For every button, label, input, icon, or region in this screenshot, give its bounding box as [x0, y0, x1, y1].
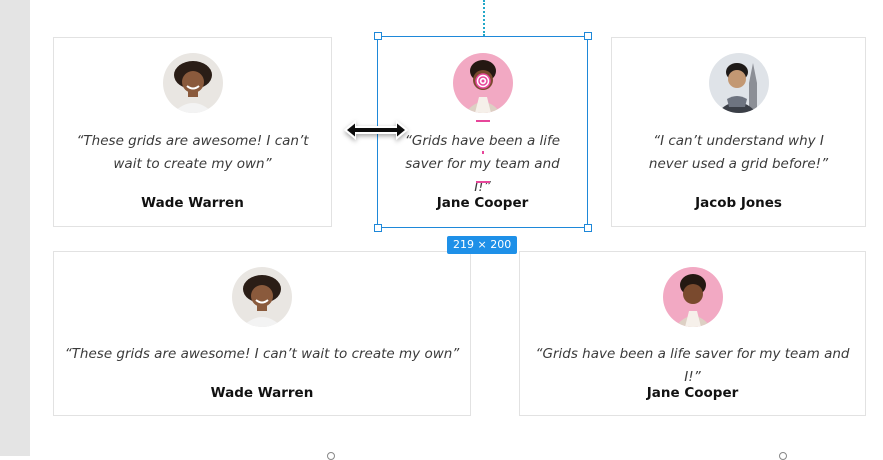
testimonial-quote: “Grids have been a life saver for my tea…: [404, 133, 561, 195]
testimonial-card-4[interactable]: “These grids are awesome! I can’t wait t…: [53, 251, 471, 416]
target-icon: [475, 73, 491, 89]
alignment-guide: [483, 0, 485, 36]
left-rail: [0, 0, 30, 456]
resize-handle-bottom-right[interactable]: [584, 224, 592, 232]
dimension-badge: 219 × 200: [447, 236, 518, 254]
spacing-marker: [482, 151, 484, 154]
testimonial-author: Wade Warren: [141, 195, 244, 211]
resize-handle-bottom-left[interactable]: [374, 224, 382, 232]
anchor-point: [779, 452, 787, 460]
avatar: [232, 267, 292, 327]
avatar: [708, 53, 769, 113]
resize-horizontal-cursor-icon: [344, 120, 408, 140]
avatar-photo-icon: [708, 53, 769, 113]
avatar: [162, 53, 223, 113]
avatar: [662, 267, 723, 327]
testimonial-author: Jane Cooper: [436, 195, 529, 211]
anchor-point: [327, 452, 335, 460]
testimonial-author: Wade Warren: [210, 385, 314, 401]
avatar-photo-icon: [162, 53, 223, 113]
avatar-photo-icon: [232, 267, 292, 327]
testimonial-quote: “Grids have been a life saver for my tea…: [535, 346, 850, 385]
testimonial-quote: “I can’t understand why I never used a g…: [648, 133, 829, 172]
spacing-marker: [476, 120, 490, 122]
avatar-photo-icon: [662, 267, 723, 327]
testimonial-card-1[interactable]: “These grids are awesome! I can’t wait t…: [53, 37, 332, 227]
resize-handle-top-right[interactable]: [584, 32, 592, 40]
resize-handle-top-left[interactable]: [374, 32, 382, 40]
testimonial-author: Jane Cooper: [646, 385, 739, 401]
testimonial-author: Jacob Jones: [695, 195, 782, 211]
testimonial-card-3[interactable]: “I can’t understand why I never used a g…: [611, 37, 866, 227]
spacing-marker: [476, 181, 490, 183]
testimonial-quote: “These grids are awesome! I can’t wait t…: [76, 133, 309, 172]
testimonial-quote: “These grids are awesome! I can’t wait t…: [64, 346, 460, 362]
testimonial-card-5[interactable]: “Grids have been a life saver for my tea…: [519, 251, 866, 416]
